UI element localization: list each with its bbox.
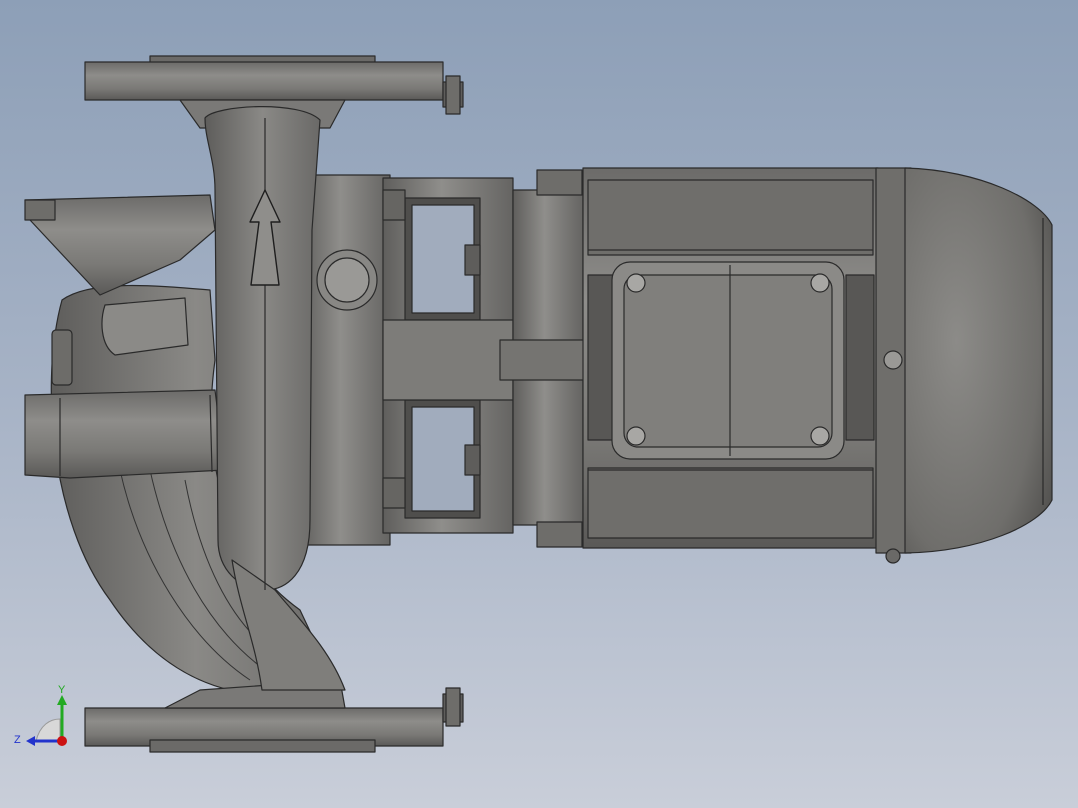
coordinate-triad: Y Z	[10, 683, 80, 753]
triad-plane	[35, 718, 61, 742]
y-axis-arrow	[57, 695, 67, 705]
casing-bracket	[24, 389, 226, 479]
triad-y-label: Y	[58, 684, 66, 696]
side-boss	[51, 329, 73, 386]
z-axis-arrow	[26, 736, 35, 746]
triad-origin	[57, 736, 67, 746]
triad-z-label: Z	[14, 734, 21, 746]
pump-model[interactable]	[0, 0, 1078, 808]
fan-cover	[904, 167, 1053, 554]
graphics-viewport[interactable]: Y Z	[0, 0, 1078, 808]
top-flange	[84, 61, 444, 101]
discharge-elbow	[204, 106, 321, 591]
lantern-housing	[299, 174, 391, 546]
